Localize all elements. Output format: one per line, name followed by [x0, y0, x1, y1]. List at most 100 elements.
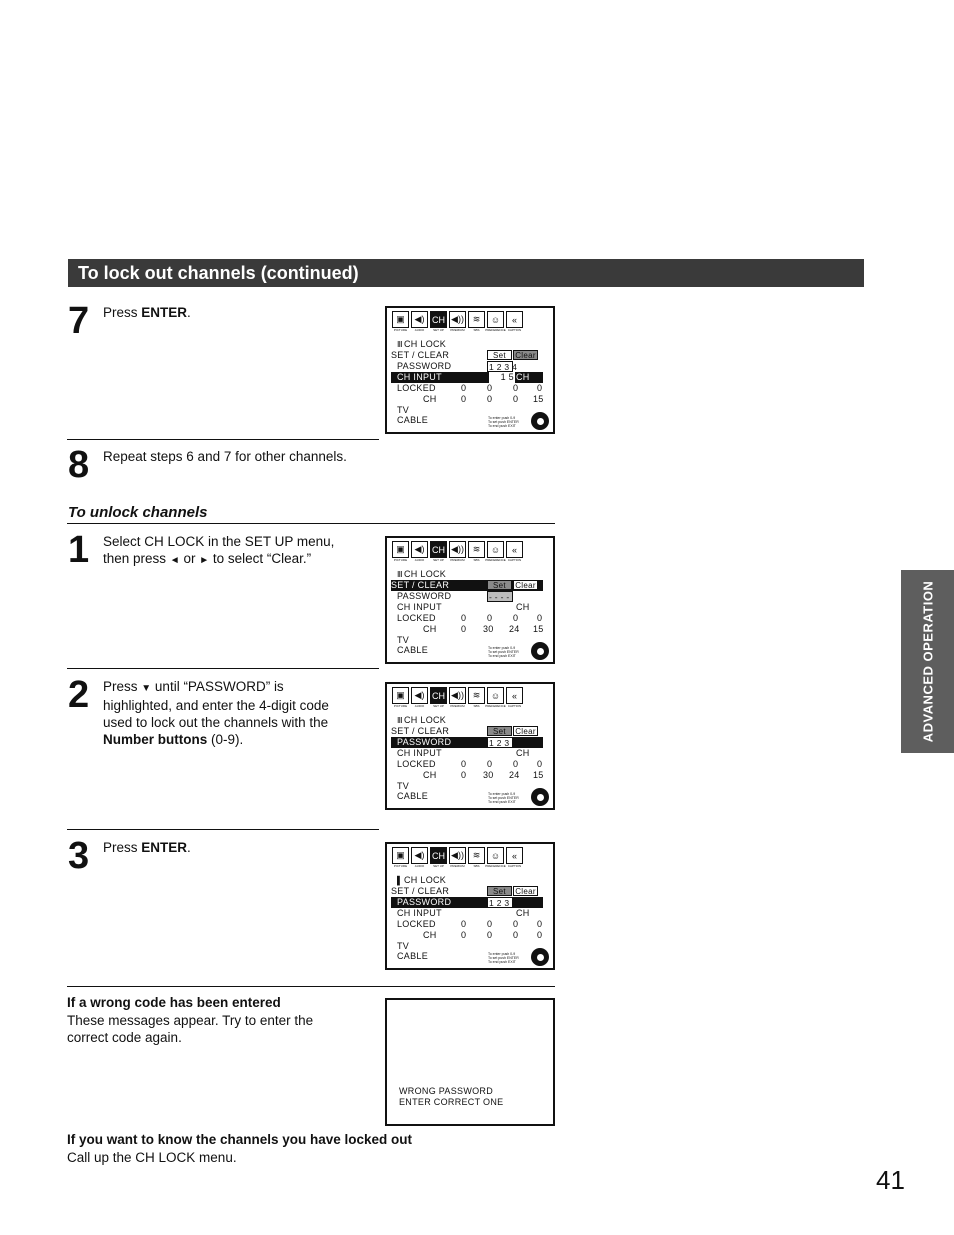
icon-label: PREFERENCE	[485, 328, 506, 332]
setup-tab: CH SET UP	[430, 687, 447, 708]
picture-icon: ▣	[392, 847, 409, 864]
locked-label: LOCKED	[397, 759, 436, 769]
caption-tab: «CAPTION	[506, 847, 523, 868]
locked-value: 0	[513, 919, 519, 929]
audio-tab: ◀) AUDIO	[411, 311, 428, 332]
premium-icon: ◀))	[449, 687, 466, 704]
set-option: Set	[487, 726, 512, 736]
unlock-step-number-2: 2	[68, 674, 90, 716]
premium-icon: ◀))	[449, 847, 466, 864]
step-7-pre: Press	[103, 305, 142, 320]
icon-label: SBS	[473, 328, 480, 332]
setup-tab: CH SET UP	[430, 847, 447, 868]
cursor-icon: Ⅲ	[397, 340, 403, 349]
icon-label: AUDIO	[414, 328, 425, 332]
text: until “PASSWORD” is	[151, 679, 284, 694]
enter-label: ENTER	[141, 840, 188, 855]
help-text: To enter push 0-9 To set push ENTER To end…	[488, 416, 524, 428]
step-7-post: .	[187, 305, 191, 320]
right-arrow-icon: ►	[199, 555, 210, 566]
caption-icon: «	[506, 541, 523, 558]
picture-icon: ▣	[392, 311, 409, 328]
icon-label: PREFERENCE	[485, 558, 506, 562]
help-text: To enter push 0-9 To set push ENTER To end…	[488, 646, 524, 658]
setup-icon: CH	[430, 541, 447, 558]
unlock-step-1-line2: then press ◄ or ► to select “Clear.”	[103, 550, 334, 569]
caption-icon: «	[506, 687, 523, 704]
cursor-icon: ▌	[397, 876, 403, 885]
down-arrow-icon: ▼	[141, 683, 152, 694]
set-clear-label: SET / CLEAR	[391, 726, 450, 736]
wrong-code-body: These messages appear. Try to enter the …	[67, 1012, 313, 1046]
ch-input-value: 1 5	[489, 372, 515, 383]
audio-tab: ◀) AUDIO	[411, 541, 428, 562]
menu-row-ch: CH 0 30 24 15	[391, 624, 543, 635]
password-label: PASSWORD	[397, 361, 452, 371]
text: to select “Clear.”	[209, 551, 312, 566]
locked-value: 0	[513, 759, 519, 769]
menu-row-ch-input: CH INPUT CH	[391, 908, 543, 919]
locked-value: 0	[487, 383, 493, 393]
menu-row-set-clear: SET / CLEAR Set Clear	[391, 350, 543, 361]
icon-label: PREMIUM	[450, 704, 465, 708]
menu-row-locked: LOCKED 0 0 0 0	[391, 759, 543, 770]
locked-value: 0	[487, 919, 493, 929]
divider	[67, 829, 379, 830]
text: (0-9).	[207, 732, 244, 747]
menu-row-set-clear: SET / CLEAR Set Clear	[391, 886, 543, 897]
preference-icon: ☺	[487, 847, 504, 864]
setup-icon: CH	[430, 687, 447, 704]
premium-tab: ◀)) PREMIUM	[449, 311, 466, 332]
ch-label: CH	[423, 770, 437, 780]
preference-tab: ☺ PREFERENCE	[485, 541, 506, 562]
locked-channel-value: 30	[483, 770, 494, 780]
icon-label: PREMIUM	[450, 328, 465, 332]
icon-label: CAPTION	[507, 558, 522, 562]
audio-icon: ◀)	[411, 847, 428, 864]
sbs-icon: ≋	[468, 687, 485, 704]
wrong-code-title: If a wrong code has been entered	[67, 995, 281, 1010]
menu-row-password: PASSWORD 1 2 3 4	[391, 737, 543, 748]
password-label: PASSWORD	[397, 591, 452, 601]
icon-label: SET UP	[433, 864, 444, 868]
menu-row-ch-lock: Ⅲ CH LOCK	[391, 339, 543, 350]
icon-label: PREFERENCE	[485, 864, 506, 868]
clear-option: Clear	[513, 726, 538, 736]
premium-icon: ◀))	[449, 311, 466, 328]
unlock-subheading: To unlock channels	[68, 504, 208, 521]
locked-channel-value: 15	[533, 394, 544, 404]
menu-row-password: PASSWORD - - - -	[391, 591, 543, 602]
help-line: To end push EXIT	[488, 424, 516, 428]
locked-channel-value: 0	[537, 930, 543, 940]
remote-dpad-icon	[531, 788, 549, 806]
help-line: To end push EXIT	[488, 960, 516, 964]
sbs-tab: ≋ SBS	[468, 541, 485, 562]
wrong-password-line2: ENTER CORRECT ONE	[399, 1097, 504, 1107]
help-line: To end push EXIT	[488, 654, 516, 658]
cursor-icon: Ⅲ	[397, 716, 403, 725]
caption-icon: «	[506, 311, 523, 328]
text: or	[179, 551, 200, 566]
locked-value: 0	[537, 919, 543, 929]
icon-label: CAPTION	[507, 864, 522, 868]
locked-value: 0	[461, 383, 467, 393]
menu-row-set-clear: SET / CLEAR Set Clear	[391, 726, 543, 737]
locked-value: 0	[537, 383, 543, 393]
premium-tab: ◀)) PREMIUM	[449, 687, 466, 708]
menu-row-ch: CH 0 30 24 15	[391, 770, 543, 781]
icon-label: SBS	[473, 704, 480, 708]
menu-row-ch-lock: Ⅲ CH LOCK	[391, 569, 543, 580]
ch-suffix-label: CH	[516, 748, 530, 758]
ch-label: CH	[423, 624, 437, 634]
picture-icon: ▣	[392, 687, 409, 704]
menu-row-locked: LOCKED 0 0 0 0	[391, 919, 543, 930]
locked-channel-value: 0	[461, 394, 467, 404]
unlock-step-number-3: 3	[68, 835, 90, 877]
unlock-step-2-line3: used to lock out the channels with the	[103, 715, 329, 730]
help-text: To enter push 0-9 To set push ENTER To end…	[488, 792, 524, 804]
caption-icon: «	[506, 847, 523, 864]
menu-icon-bar: ▣ PICTURE ◀) AUDIO CH SET UP ◀)) PREMIUM ≋ SBS ☺ PR…	[392, 311, 523, 332]
step-8-text: Repeat steps 6 and 7 for other channels.	[103, 449, 347, 464]
menu-row-ch-lock: ▌ CH LOCK	[391, 875, 543, 886]
tv-menu-screen: ▣ PICTURE ◀) AUDIO CH SET UP ◀)) PREMIUM ≋ SBS ☺ PR…	[385, 536, 555, 664]
